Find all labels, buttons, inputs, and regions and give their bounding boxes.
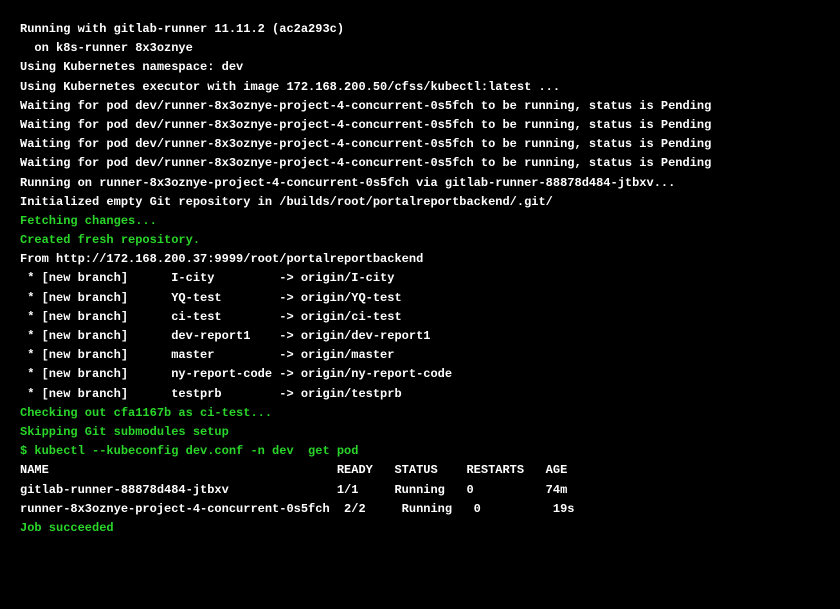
- log-line: Waiting for pod dev/runner-8x3oznye-proj…: [20, 154, 820, 173]
- log-line: Using Kubernetes namespace: dev: [20, 58, 820, 77]
- log-line: Initialized empty Git repository in /bui…: [20, 193, 820, 212]
- log-line: Waiting for pod dev/runner-8x3oznye-proj…: [20, 116, 820, 135]
- log-line: Waiting for pod dev/runner-8x3oznye-proj…: [20, 97, 820, 116]
- log-line: Fetching changes...: [20, 212, 820, 231]
- log-line: * [new branch] testprb -> origin/testprb: [20, 385, 820, 404]
- log-line: Running on runner-8x3oznye-project-4-con…: [20, 174, 820, 193]
- log-line: runner-8x3oznye-project-4-concurrent-0s5…: [20, 500, 820, 519]
- log-line: * [new branch] ny-report-code -> origin/…: [20, 365, 820, 384]
- log-line: Job succeeded: [20, 519, 820, 538]
- log-line: * [new branch] I-city -> origin/I-city: [20, 269, 820, 288]
- log-line: From http://172.168.200.37:9999/root/por…: [20, 250, 820, 269]
- log-line: * [new branch] ci-test -> origin/ci-test: [20, 308, 820, 327]
- log-line: gitlab-runner-88878d484-jtbxv 1/1 Runnin…: [20, 481, 820, 500]
- log-line: on k8s-runner 8x3oznye: [20, 39, 820, 58]
- log-line: $ kubectl --kubeconfig dev.conf -n dev g…: [20, 442, 820, 461]
- log-line: Checking out cfa1167b as ci-test...: [20, 404, 820, 423]
- log-line: Skipping Git submodules setup: [20, 423, 820, 442]
- log-line: Waiting for pod dev/runner-8x3oznye-proj…: [20, 135, 820, 154]
- log-line: Created fresh repository.: [20, 231, 820, 250]
- terminal-output: Running with gitlab-runner 11.11.2 (ac2a…: [20, 20, 820, 538]
- log-line: NAME READY STATUS RESTARTS AGE: [20, 461, 820, 480]
- log-line: * [new branch] YQ-test -> origin/YQ-test: [20, 289, 820, 308]
- log-line: Running with gitlab-runner 11.11.2 (ac2a…: [20, 20, 820, 39]
- log-line: Using Kubernetes executor with image 172…: [20, 78, 820, 97]
- log-line: * [new branch] dev-report1 -> origin/dev…: [20, 327, 820, 346]
- log-line: * [new branch] master -> origin/master: [20, 346, 820, 365]
